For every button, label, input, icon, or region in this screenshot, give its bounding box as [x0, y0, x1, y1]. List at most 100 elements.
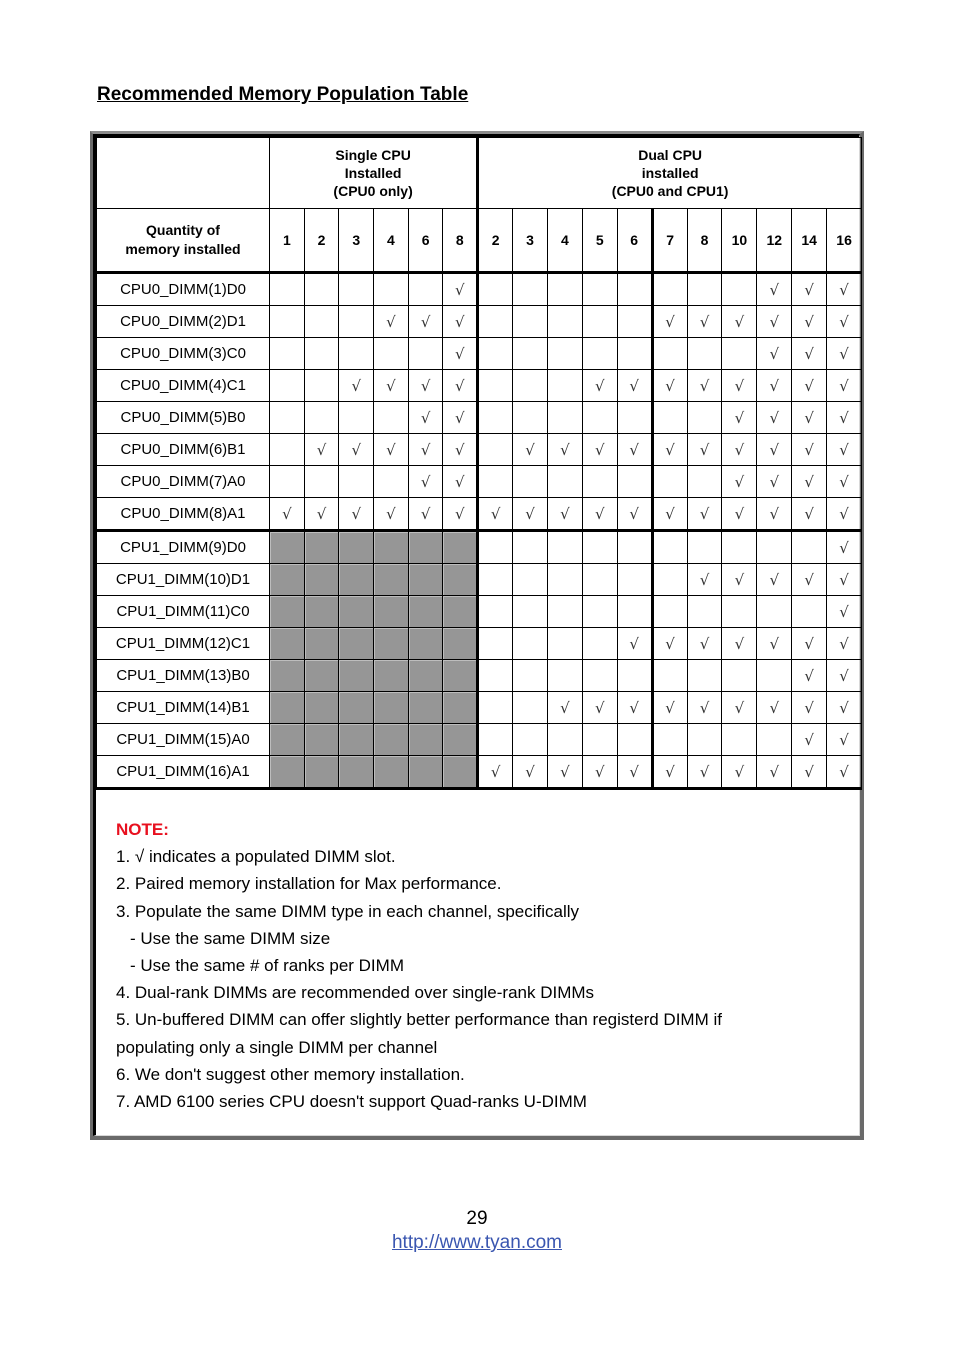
- empty-cell: [616, 563, 653, 596]
- unavailable-cell: [407, 627, 444, 660]
- populated-cell: √: [826, 627, 863, 660]
- unavailable-cell: [338, 723, 375, 756]
- dual-cpu-qty-header: 6: [616, 208, 653, 274]
- populated-cell: √: [791, 755, 828, 790]
- unavailable-cell: [373, 595, 409, 628]
- empty-cell: [303, 465, 340, 498]
- unavailable-cell: [442, 755, 480, 790]
- populated-cell: √: [721, 401, 758, 434]
- populated-cell: √: [826, 497, 863, 532]
- empty-cell: [269, 369, 305, 402]
- populated-cell: √: [442, 401, 480, 434]
- unavailable-cell: [407, 723, 444, 756]
- populated-cell: √: [791, 433, 828, 466]
- populated-cell: √: [826, 337, 863, 370]
- single-cpu-qty-header: 2: [303, 208, 340, 274]
- unavailable-cell: [303, 691, 340, 724]
- dual-cpu-qty-header: 16: [826, 208, 863, 274]
- note-line: 2. Paired memory installation for Max pe…: [116, 874, 502, 894]
- unavailable-cell: [338, 627, 375, 660]
- empty-cell: [546, 337, 583, 370]
- unavailable-cell: [407, 530, 444, 564]
- empty-cell: [756, 595, 793, 628]
- populated-cell: √: [756, 627, 793, 660]
- populated-cell: √: [616, 369, 653, 402]
- notes-section: NOTE: 1. √ indicates a populated DIMM sl…: [116, 816, 840, 1115]
- populated-cell: √: [826, 305, 863, 338]
- memory-population-table: Single CPU Installed (CPU0 only) Dual CP…: [96, 137, 863, 790]
- dual-cpu-qty-header: 5: [581, 208, 618, 274]
- empty-cell: [581, 401, 618, 434]
- populated-cell: √: [756, 433, 793, 466]
- populated-cell: √: [442, 369, 480, 402]
- empty-cell: [512, 595, 548, 628]
- single-cpu-qty-header: 1: [269, 208, 305, 274]
- populated-cell: √: [373, 305, 409, 338]
- populated-cell: √: [686, 563, 723, 596]
- populated-cell: √: [721, 755, 758, 790]
- populated-cell: √: [756, 563, 793, 596]
- empty-cell: [546, 272, 583, 306]
- dimm-slot-label: CPU1_DIMM(10)D1: [96, 563, 270, 596]
- populated-cell: √: [407, 305, 444, 338]
- empty-cell: [791, 595, 828, 628]
- populated-cell: √: [721, 433, 758, 466]
- populated-cell: √: [686, 497, 723, 532]
- populated-cell: √: [826, 272, 863, 306]
- unavailable-cell: [269, 627, 305, 660]
- empty-cell: [269, 465, 305, 498]
- empty-cell: [616, 659, 653, 692]
- empty-cell: [269, 401, 305, 434]
- unavailable-cell: [338, 595, 375, 628]
- empty-cell: [721, 337, 758, 370]
- empty-cell: [581, 530, 618, 564]
- populated-cell: √: [442, 433, 480, 466]
- populated-cell: √: [756, 272, 793, 306]
- empty-cell: [721, 723, 758, 756]
- empty-cell: [512, 337, 548, 370]
- table-row: CPU1_DIMM(16)A1 √ √ √ √ √ √ √ √ √ √ √: [96, 755, 863, 790]
- empty-cell: [581, 563, 618, 596]
- empty-cell: [581, 465, 618, 498]
- empty-cell: [477, 563, 514, 596]
- populated-cell: √: [546, 691, 583, 724]
- empty-cell: [303, 305, 340, 338]
- empty-cell: [269, 272, 305, 306]
- dimm-slot-label: CPU1_DIMM(14)B1: [96, 691, 270, 724]
- empty-cell: [686, 401, 723, 434]
- unavailable-cell: [269, 691, 305, 724]
- empty-cell: [546, 659, 583, 692]
- dimm-slot-label: CPU0_DIMM(4)C1: [96, 369, 270, 402]
- empty-cell: [686, 530, 723, 564]
- note-line: 6. We don't suggest other memory install…: [116, 1064, 465, 1084]
- single-cpu-qty-header: 4: [373, 208, 409, 274]
- website-link[interactable]: http://www.tyan.com: [392, 1232, 562, 1253]
- empty-cell: [338, 337, 375, 370]
- note-line: - Use the same # of ranks per DIMM: [130, 956, 404, 976]
- populated-cell: √: [791, 497, 828, 532]
- populated-cell: √: [512, 497, 548, 532]
- empty-cell: [546, 465, 583, 498]
- populated-cell: √: [756, 401, 793, 434]
- note-line: 5. Un-buffered DIMM can offer slightly b…: [116, 1010, 722, 1030]
- empty-cell: [546, 401, 583, 434]
- empty-cell: [373, 337, 409, 370]
- unavailable-cell: [373, 755, 409, 790]
- empty-cell: [686, 337, 723, 370]
- unavailable-cell: [442, 530, 480, 564]
- empty-cell: [616, 465, 653, 498]
- populated-cell: √: [826, 401, 863, 434]
- table-row: CPU0_DIMM(6)B1 √ √ √ √ √ √ √ √ √ √ √ √ √ √ √: [96, 433, 863, 466]
- empty-cell: [616, 530, 653, 564]
- populated-cell: √: [826, 465, 863, 498]
- unavailable-cell: [269, 755, 305, 790]
- populated-cell: √: [756, 465, 793, 498]
- dimm-slot-label: CPU1_DIMM(12)C1: [96, 627, 270, 660]
- populated-cell: √: [721, 497, 758, 532]
- populated-cell: √: [477, 755, 514, 790]
- empty-cell: [512, 723, 548, 756]
- populated-cell: √: [756, 369, 793, 402]
- single-cpu-qty-header: 3: [338, 208, 375, 274]
- unavailable-cell: [373, 691, 409, 724]
- populated-cell: √: [373, 433, 409, 466]
